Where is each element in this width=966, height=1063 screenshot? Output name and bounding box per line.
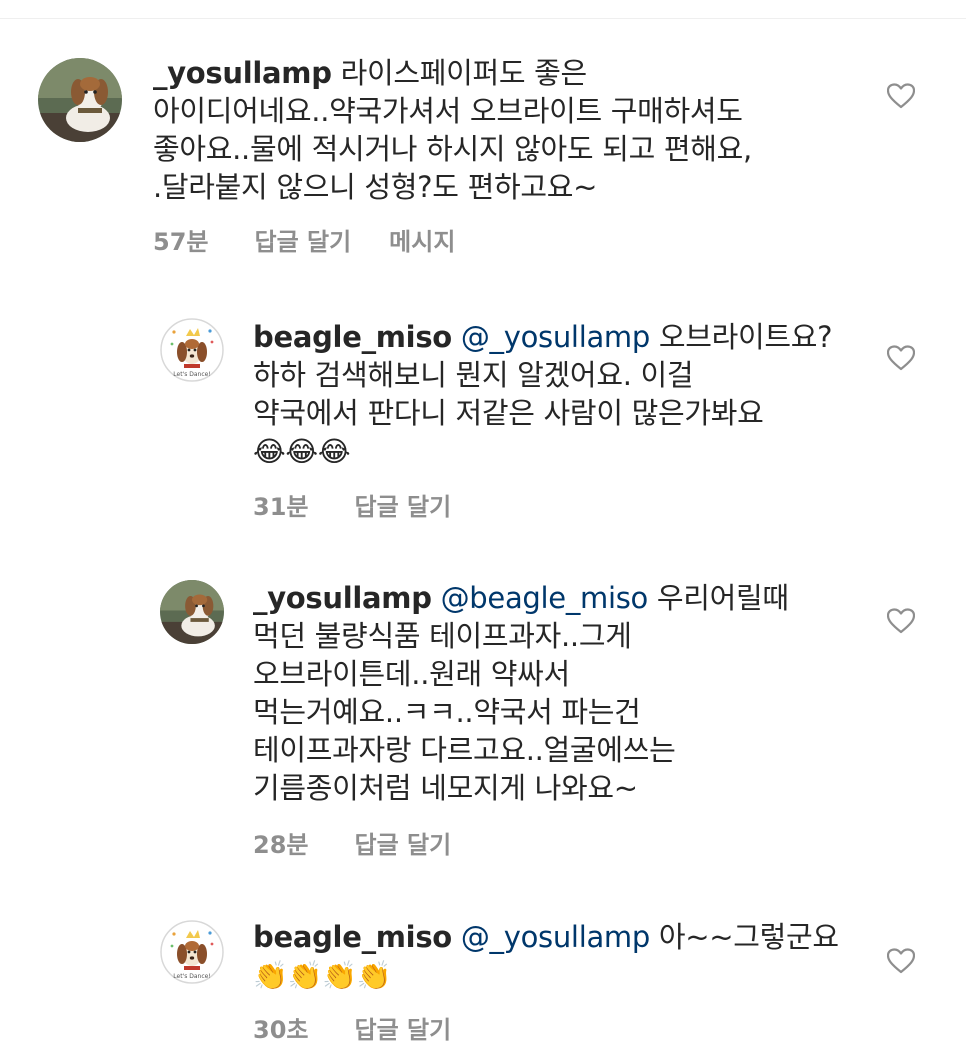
comment-text: 오브라이튼데..원래 약싸서 [253, 657, 570, 691]
beagle-illustration-avatar: Let's Dance! [160, 920, 224, 984]
comment-text: 먹던 불량식품 테이프과자..그게 [253, 619, 632, 653]
svg-text:Let's Dance!: Let's Dance! [173, 973, 210, 980]
reply-button[interactable]: 답글 달기 [254, 222, 351, 257]
comment-username[interactable]: _yosullamp [253, 581, 432, 615]
comment-text: 기름종이처럼 네모지게 나와요~ [253, 771, 638, 805]
mention-link[interactable]: @_yosullamp [461, 920, 650, 954]
comment-time: 57분 [153, 228, 209, 256]
comment-text: 좋아요..물에 적시거나 하시지 않아도 되고 편해요, [153, 132, 752, 166]
avatar[interactable]: Let's Dance! [160, 318, 224, 382]
heart-outline-icon[interactable] [887, 948, 915, 974]
mention-link[interactable]: @beagle_miso [441, 581, 649, 615]
avatar[interactable] [38, 58, 122, 142]
avatar[interactable] [160, 580, 224, 644]
reply-button[interactable]: 답글 달기 [354, 1010, 451, 1045]
reply-button[interactable]: 답글 달기 [354, 487, 451, 522]
reply-button[interactable]: 답글 달기 [354, 825, 451, 860]
dog-photo-avatar [160, 580, 224, 644]
comment-time: 28분 [253, 831, 309, 859]
emoji-text: 👏👏👏👏 [253, 959, 392, 992]
comment-text: 하하 검색해보니 뭔지 알겠어요. 이걸 [253, 358, 694, 392]
comment-text: 아~~그렇군요 [658, 920, 839, 954]
comment-username[interactable]: _yosullamp [153, 56, 332, 90]
comment-text: 테이프과자랑 다르고요..얼굴에쓰는 [253, 733, 676, 767]
dog-photo-avatar [38, 58, 122, 142]
comment-text: 라이스페이퍼도 좋은 [340, 56, 588, 90]
comment-username[interactable]: beagle_miso [253, 320, 452, 354]
comment-time: 31분 [253, 493, 309, 521]
comment-text: 오브라이트요? [658, 320, 833, 354]
comment-text: 아이디어네요..약국가셔서 오브라이트 구매하셔도 [153, 94, 743, 128]
comment-text: .달라붙지 않으니 성형?도 편하고요~ [153, 170, 598, 204]
message-button[interactable]: 메시지 [389, 222, 455, 257]
heart-outline-icon[interactable] [887, 83, 915, 109]
svg-text:Let's Dance!: Let's Dance! [173, 371, 210, 378]
comment-text: 먹는거예요..ㅋㅋ..약국서 파는건 [253, 695, 641, 729]
avatar[interactable]: Let's Dance! [160, 920, 224, 984]
heart-outline-icon[interactable] [887, 608, 915, 634]
beagle-illustration-avatar: Let's Dance! [160, 318, 224, 382]
comment-text: 약국에서 판다니 저같은 사람이 많은가봐요 [253, 396, 764, 430]
heart-outline-icon[interactable] [887, 345, 915, 371]
comment-time: 30초 [253, 1016, 309, 1044]
comment-username[interactable]: beagle_miso [253, 920, 452, 954]
emoji-text: 😂😂😂 [253, 435, 351, 468]
comment-text: 우리어릴때 [656, 581, 789, 615]
mention-link[interactable]: @_yosullamp [461, 320, 650, 354]
top-divider [0, 18, 966, 19]
